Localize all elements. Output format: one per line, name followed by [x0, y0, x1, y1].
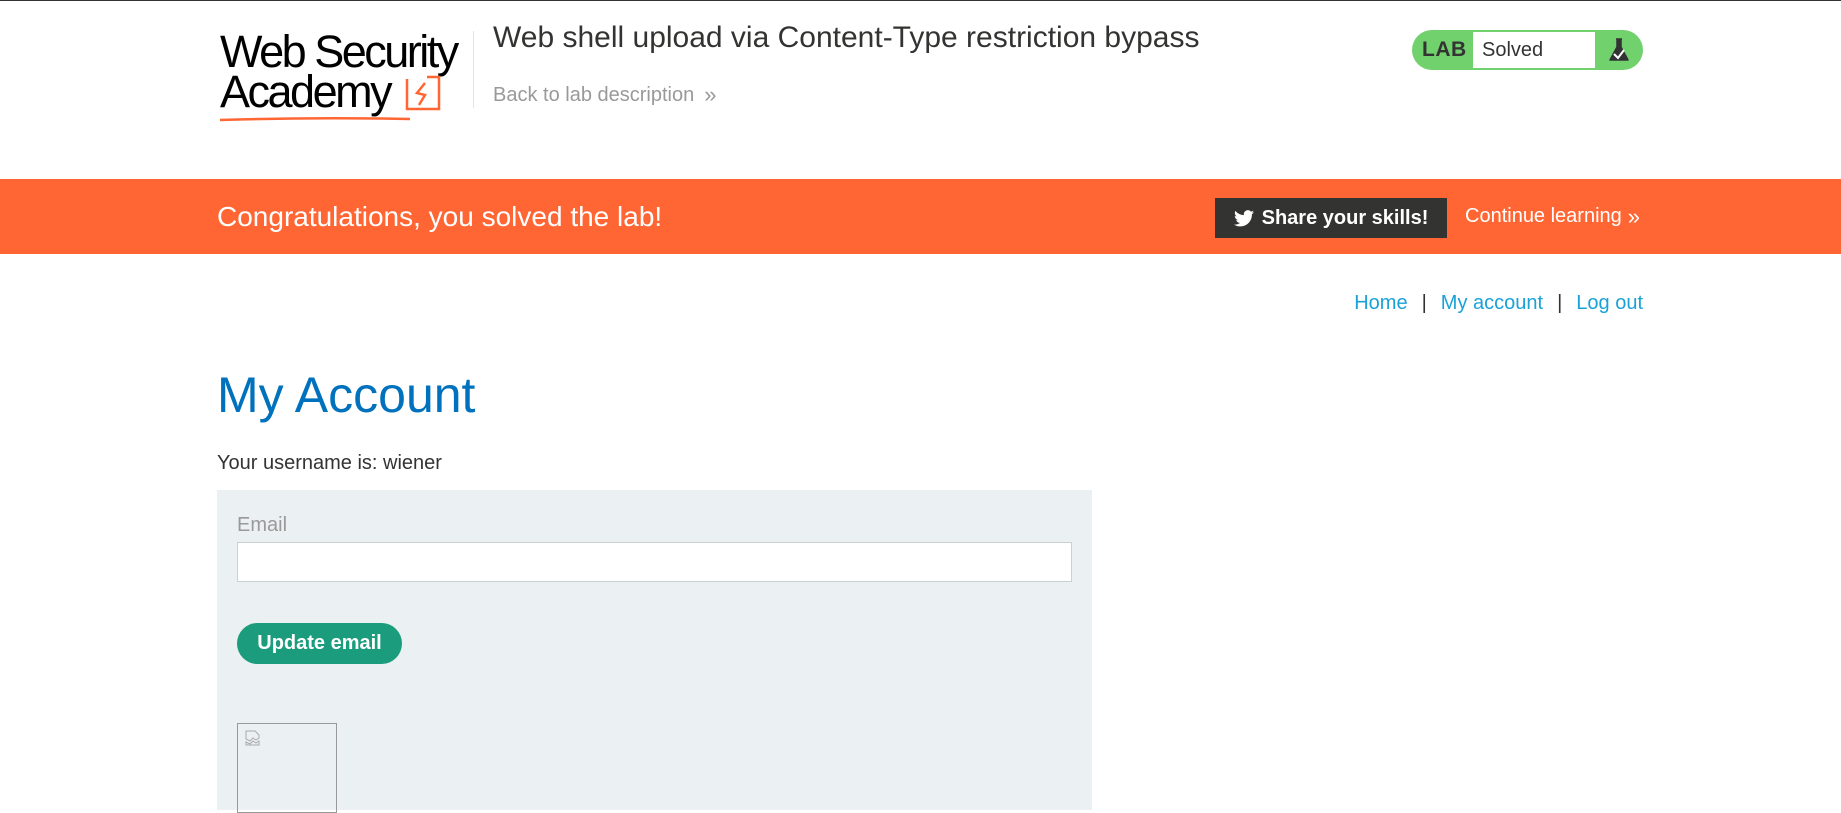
broken-image-icon	[245, 730, 260, 746]
logo-mark-icon	[405, 75, 441, 111]
logo-line-2: Academy	[220, 66, 393, 117]
email-label: Email	[237, 514, 288, 536]
academy-logo[interactable]: Web Security Academy	[217, 25, 469, 122]
nav-my-account-link[interactable]: My account	[1441, 292, 1543, 315]
nav-home-link[interactable]: Home	[1354, 292, 1407, 315]
update-email-button[interactable]: Update email	[237, 623, 402, 664]
share-skills-label: Share your skills!	[1261, 206, 1429, 229]
lab-status-value: Solved	[1473, 32, 1595, 68]
header-divider	[473, 31, 474, 108]
back-link-label: Back to lab description	[493, 83, 695, 106]
account-form-panel: Email Update email	[217, 490, 1092, 813]
page-title: My Account	[217, 367, 476, 423]
twitter-icon	[1233, 209, 1254, 226]
back-to-lab-description-link[interactable]: Back to lab description »	[493, 82, 717, 108]
solved-message: Congratulations, you solved the lab!	[217, 201, 663, 232]
logo-underline-icon	[220, 116, 410, 122]
email-input[interactable]	[237, 542, 1072, 582]
nav-log-out-link[interactable]: Log out	[1576, 292, 1643, 315]
lab-title: Web shell upload via Content-Type restri…	[493, 21, 1200, 54]
header: Web Security Academy Web shell upload vi…	[0, 1, 1841, 179]
continue-learning-link[interactable]: Continue learning »	[1465, 179, 1641, 254]
avatar-image-broken	[237, 723, 337, 813]
top-nav: Home | My account | Log out	[1354, 292, 1643, 315]
flask-icon	[1595, 30, 1643, 70]
double-chevron-right-icon: »	[1627, 204, 1641, 229]
continue-learning-label: Continue learning	[1465, 205, 1622, 227]
lab-status-label: LAB	[1422, 38, 1467, 61]
share-skills-button[interactable]: Share your skills!	[1215, 198, 1447, 238]
username-line: Your username is: wiener	[217, 452, 442, 474]
lab-status-badge: LAB Solved	[1412, 30, 1643, 70]
nav-separator: |	[1421, 292, 1427, 314]
double-chevron-right-icon: »	[704, 82, 717, 107]
solved-banner: Congratulations, you solved the lab! Sha…	[0, 179, 1841, 254]
nav-separator: |	[1557, 292, 1563, 314]
